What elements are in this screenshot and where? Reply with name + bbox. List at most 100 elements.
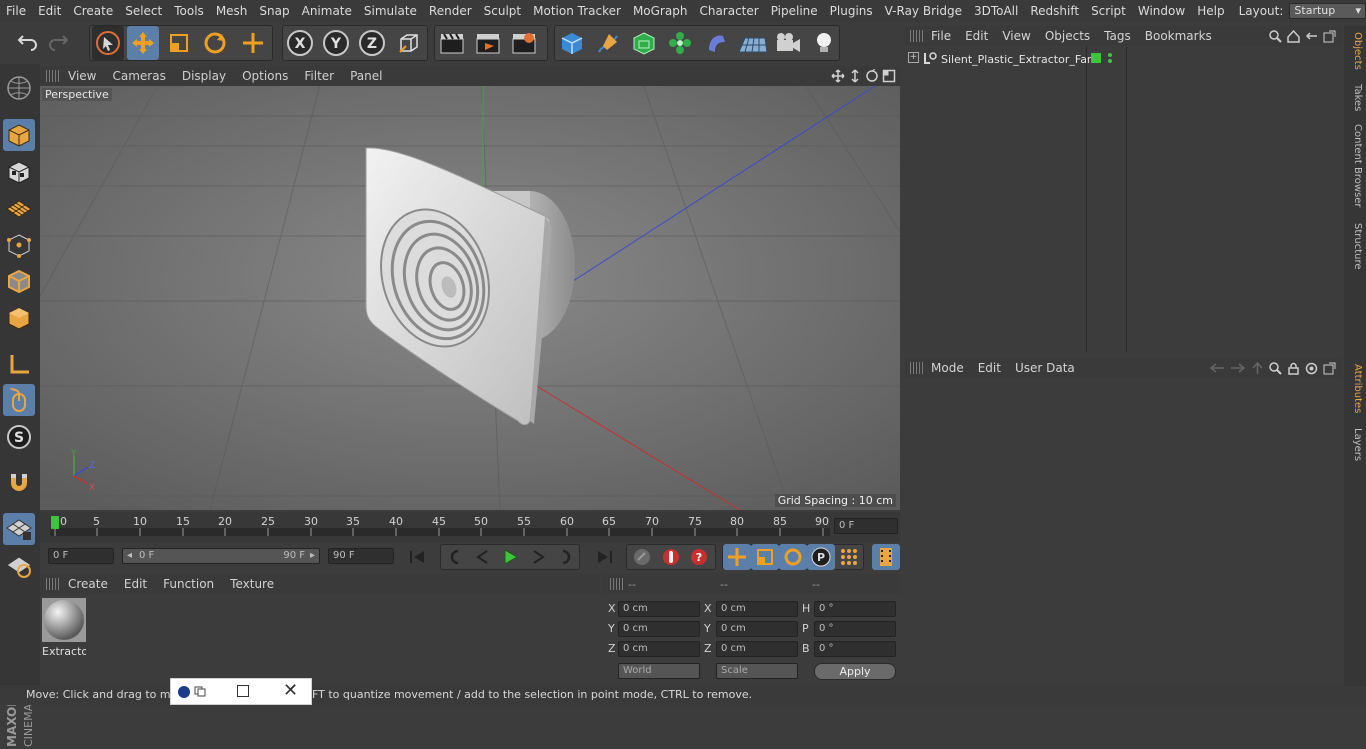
next-key-button[interactable] (552, 544, 580, 570)
menu-simulate[interactable]: Simulate (358, 0, 423, 22)
z-axis-lock-button[interactable]: Z (356, 26, 388, 60)
viewport-maximize-icon[interactable] (882, 69, 896, 83)
play-button[interactable] (496, 544, 524, 570)
objects-menu-objects[interactable]: Objects (1038, 29, 1097, 43)
menu-pipeline[interactable]: Pipeline (765, 0, 824, 22)
locked-workplane-button[interactable] (3, 550, 35, 582)
previous-key-button[interactable] (441, 544, 469, 570)
menu-create[interactable]: Create (67, 0, 119, 22)
objects-menu-file[interactable]: File (924, 29, 958, 43)
autokey-button[interactable] (657, 544, 685, 570)
light-object-button[interactable] (808, 26, 840, 60)
viewport-menu-panel[interactable]: Panel (342, 69, 390, 83)
tab-structure[interactable]: Structure (1347, 223, 1363, 270)
record-position-button[interactable] (723, 544, 751, 570)
search-icon[interactable] (1269, 361, 1282, 375)
object-row[interactable]: + Silent_Plastic_Extractor_Fan (904, 50, 1342, 68)
lock-icon[interactable] (1287, 362, 1300, 375)
back-arrow-icon[interactable] (1209, 362, 1225, 375)
cloner-button[interactable] (664, 26, 696, 60)
x-axis-lock-button[interactable]: X (284, 26, 316, 60)
rot-b-field[interactable]: 0 ° (814, 641, 896, 657)
workplane-mode-button[interactable] (3, 192, 35, 224)
scale-tool-button[interactable] (163, 26, 195, 60)
texture-mode-button[interactable] (3, 156, 35, 188)
model-mode-button[interactable] (3, 119, 35, 151)
attributes-menu-edit[interactable]: Edit (971, 361, 1008, 375)
deformer-button[interactable] (700, 26, 732, 60)
menu-mesh[interactable]: Mesh (210, 0, 254, 22)
material-menu-texture[interactable]: Texture (222, 577, 282, 591)
viewport-rotate-icon[interactable] (865, 69, 879, 83)
size-y-field[interactable]: 0 cm (716, 621, 798, 637)
coordinate-system-button[interactable] (393, 26, 425, 60)
coordinate-mode-select[interactable]: Scale (716, 663, 798, 679)
rot-h-field[interactable]: 0 ° (814, 601, 896, 617)
record-rotation-button[interactable] (779, 544, 807, 570)
cube-object-button[interactable] (556, 26, 588, 60)
forward-arrow-icon[interactable] (1230, 362, 1246, 375)
tweak-mode-button[interactable] (3, 384, 35, 416)
menu-animate[interactable]: Animate (296, 0, 358, 22)
tab-content-browser[interactable]: Content Browser (1347, 124, 1363, 207)
current-frame-field[interactable]: 0 F (834, 518, 898, 534)
size-z-field[interactable]: 0 cm (716, 641, 798, 657)
record-scale-button[interactable] (751, 544, 779, 570)
timeline-ruler[interactable]: 0 5 10 15 20 25 30 35 40 45 50 55 60 65 … (40, 512, 900, 542)
menu-redshift[interactable]: Redshift (1024, 0, 1085, 22)
keyframe-selection-button[interactable]: ? (685, 544, 713, 570)
pos-x-field[interactable]: 0 cm (618, 601, 700, 617)
objects-menu-edit[interactable]: Edit (958, 29, 995, 43)
up-arrow-icon[interactable] (1251, 361, 1264, 375)
objects-menu-bookmarks[interactable]: Bookmarks (1138, 29, 1219, 43)
material-menu-create[interactable]: Create (60, 577, 116, 591)
menu-3dtoall[interactable]: 3DToAll (968, 0, 1024, 22)
menu-mograph[interactable]: MoGraph (627, 0, 694, 22)
expand-toggle-icon[interactable]: + (908, 52, 919, 63)
tab-objects[interactable]: Objects (1347, 32, 1363, 70)
render-view-button[interactable] (436, 26, 468, 60)
menu-select[interactable]: Select (119, 0, 168, 22)
viewport-menu-options[interactable]: Options (234, 69, 296, 83)
menu-sculpt[interactable]: Sculpt (478, 0, 527, 22)
next-frame-button[interactable] (524, 544, 552, 570)
attributes-menu-mode[interactable]: Mode (924, 361, 971, 375)
viewport-menu-view[interactable]: View (60, 69, 104, 83)
redo-button[interactable] (44, 26, 76, 60)
magnet-button[interactable] (3, 467, 35, 499)
subdivision-surface-button[interactable] (628, 26, 660, 60)
panel-grip-icon[interactable] (910, 362, 924, 374)
make-editable-button[interactable] (3, 72, 35, 104)
menu-file[interactable]: File (0, 0, 32, 22)
menu-script[interactable]: Script (1085, 0, 1132, 22)
viewport-menu-cameras[interactable]: Cameras (104, 69, 173, 83)
menu-plugins[interactable]: Plugins (824, 0, 879, 22)
menu-window[interactable]: Window (1132, 0, 1191, 22)
rot-p-field[interactable]: 0 ° (814, 621, 896, 637)
move-tool-button[interactable] (127, 26, 159, 60)
pos-y-field[interactable]: 0 cm (618, 621, 700, 637)
recent-tool-button[interactable] (237, 26, 269, 60)
layer-color-swatch[interactable] (1091, 53, 1101, 63)
rotate-tool-button[interactable] (199, 26, 231, 60)
camera-object-button[interactable] (772, 26, 804, 60)
viewport-menu-filter[interactable]: Filter (296, 69, 342, 83)
new-window-icon[interactable] (1323, 30, 1336, 43)
playhead-marker[interactable] (51, 516, 59, 529)
size-x-field[interactable]: 0 cm (716, 601, 798, 617)
attributes-menu-user-data[interactable]: User Data (1008, 361, 1082, 375)
menu-edit[interactable]: Edit (32, 0, 67, 22)
tab-layers[interactable]: Layers (1347, 428, 1363, 461)
record-point-level-button[interactable] (835, 544, 863, 570)
material-menu-edit[interactable]: Edit (116, 577, 155, 591)
close-icon[interactable]: ✕ (283, 680, 298, 701)
viewport-pan-icon[interactable] (831, 69, 845, 83)
tab-attributes[interactable]: Attributes (1347, 364, 1363, 413)
end-frame-field[interactable]: 90 F (328, 548, 394, 564)
motion-record-button[interactable] (628, 544, 656, 570)
maximize-icon[interactable] (237, 685, 249, 697)
menu-help[interactable]: Help (1191, 0, 1230, 22)
timeline-window-button[interactable] (872, 544, 900, 570)
menu-character[interactable]: Character (693, 0, 764, 22)
previous-frame-button[interactable] (469, 544, 497, 570)
